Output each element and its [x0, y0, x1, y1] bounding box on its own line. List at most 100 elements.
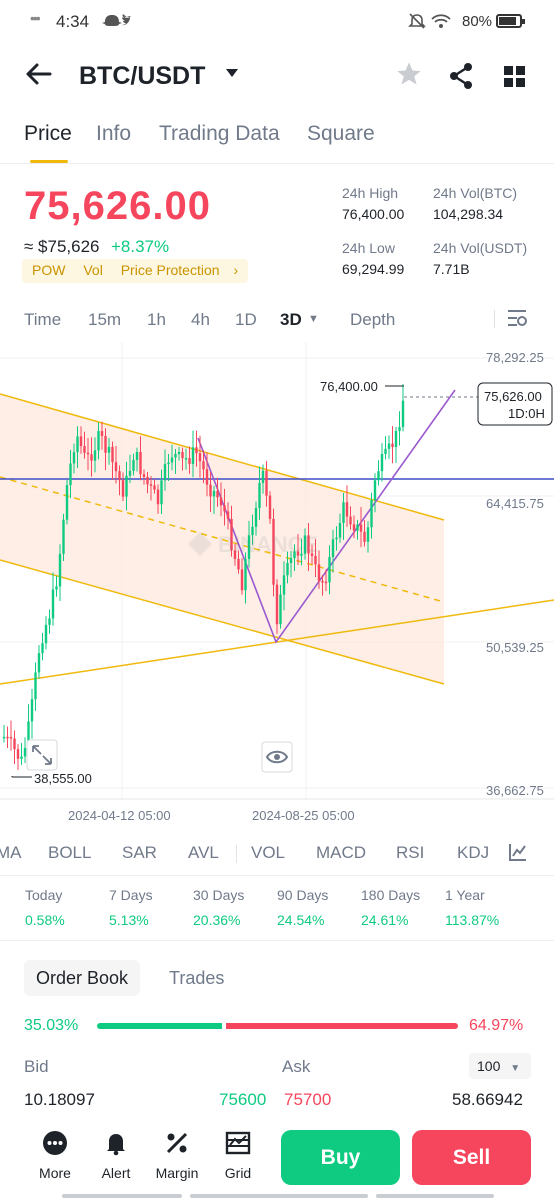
indicator-rsi[interactable]: RSI — [396, 843, 424, 863]
tf-4h[interactable]: 4h — [191, 310, 210, 330]
more-icon[interactable] — [25, 1130, 85, 1161]
indicator-vol[interactable]: VOL — [251, 843, 285, 863]
y-label-2: 64,415.75 — [486, 496, 544, 511]
ask-qty[interactable]: 58.66942 — [452, 1090, 523, 1110]
alert-label[interactable]: Alert — [86, 1165, 146, 1181]
tab-trading-data[interactable]: Trading Data — [159, 122, 280, 146]
depth-select[interactable]: 100 ▼ — [469, 1053, 531, 1079]
candle-body — [352, 524, 356, 531]
grid-label[interactable]: Grid — [208, 1165, 268, 1181]
indicator-avl[interactable]: AVL — [188, 843, 219, 863]
tab-square[interactable]: Square — [307, 122, 375, 146]
bid-price[interactable]: 75600 — [219, 1090, 266, 1110]
candle-body — [314, 555, 317, 565]
tab-trades[interactable]: Trades — [169, 968, 224, 989]
tf-1h[interactable]: 1h — [147, 310, 166, 330]
candle-body — [48, 618, 51, 625]
candle-body — [212, 490, 216, 497]
candle-body — [384, 448, 387, 455]
indicator-kdj[interactable]: KDJ — [457, 843, 489, 863]
tab-price[interactable]: Price — [24, 122, 72, 146]
candle-body — [163, 463, 167, 481]
favorite-star-icon[interactable] — [395, 60, 423, 95]
svg-text:BINANCE: BINANCE — [218, 532, 318, 557]
chart-canvas[interactable]: 76,400.00 38,555.00 75,626.00 1D:0H BINA… — [0, 342, 554, 802]
tag-pow[interactable]: POW — [32, 262, 65, 278]
candle-body — [226, 511, 230, 519]
battery-icon — [496, 14, 525, 28]
indicator-macd[interactable]: MACD — [316, 843, 366, 863]
tf-depth[interactable]: Depth — [350, 310, 395, 330]
candle-body — [328, 557, 331, 583]
bid-qty[interactable]: 10.18097 — [24, 1090, 95, 1110]
margin-label[interactable]: Margin — [147, 1165, 207, 1181]
chart-settings-icon[interactable] — [506, 308, 528, 333]
high-marker-label: 76,400.00 — [320, 379, 378, 394]
indicator-settings-icon[interactable] — [508, 842, 528, 867]
high-value: 76,400.00 — [342, 206, 405, 222]
candle-body — [41, 643, 44, 654]
candle-body — [121, 480, 125, 497]
candle-body — [261, 470, 265, 484]
candle-body — [188, 458, 191, 464]
candle-body — [2, 736, 6, 739]
candle-body — [282, 575, 286, 595]
vol-btc-label: 24h Vol(BTC) — [433, 185, 518, 201]
candle-body — [55, 586, 58, 590]
pair-title[interactable]: BTC/USDT — [79, 62, 205, 91]
candle-body — [107, 446, 111, 453]
indicator-sar[interactable]: SAR — [122, 843, 157, 863]
tag-vol[interactable]: Vol — [83, 262, 102, 278]
y-label-3: 50,539.25 — [486, 640, 544, 655]
more-label[interactable]: More — [25, 1165, 85, 1181]
chevron-right-icon[interactable]: › — [234, 262, 239, 278]
candle-body — [76, 436, 79, 453]
bid-ratio-bar — [97, 1023, 222, 1029]
pair-dropdown-icon[interactable] — [224, 66, 240, 84]
candle-body — [142, 474, 146, 477]
candle-body — [254, 507, 258, 527]
buy-button[interactable]: Buy — [281, 1130, 400, 1185]
candle-body — [244, 559, 247, 591]
tab-info[interactable]: Info — [96, 122, 131, 146]
candle-body — [240, 569, 244, 591]
bid-ratio: 35.03% — [24, 1017, 79, 1034]
perf-label-90d: 90 Days — [277, 887, 329, 903]
indicator-boll[interactable]: BOLL — [48, 843, 91, 863]
candle-body — [100, 431, 104, 437]
tf-15m[interactable]: 15m — [88, 310, 121, 330]
main-tabs: Price Info Trading Data Square — [0, 118, 554, 164]
candle-body — [387, 443, 391, 449]
tag-price-protection[interactable]: Price Protection — [121, 262, 220, 278]
candle-body — [111, 446, 114, 463]
candlestick-chart[interactable]: 76,400.00 38,555.00 75,626.00 1D:0H BINA… — [0, 342, 554, 802]
candle-body — [79, 436, 83, 447]
grid-icon[interactable] — [208, 1130, 268, 1161]
tf-3d[interactable]: 3D — [280, 310, 302, 330]
layout-grid-icon[interactable] — [504, 66, 526, 93]
y-label-1: 78,292.25 — [486, 350, 544, 365]
candle-body — [6, 736, 9, 739]
perf-value-today: 0.58% — [25, 912, 65, 928]
share-icon[interactable] — [448, 62, 474, 95]
back-arrow-icon[interactable] — [24, 60, 52, 94]
ask-price[interactable]: 75700 — [284, 1090, 331, 1110]
countdown-label: 1D:0H — [508, 406, 545, 421]
expand-chart-button[interactable] — [26, 739, 58, 771]
candle-body — [23, 748, 27, 757]
indicator-ma[interactable]: MA — [0, 843, 22, 863]
candle-body — [177, 451, 181, 455]
high-label: 24h High — [342, 185, 399, 201]
tf-time[interactable]: Time — [24, 310, 61, 330]
candle-body — [118, 471, 121, 481]
alert-bell-icon[interactable] — [86, 1130, 146, 1161]
candle-body — [160, 480, 163, 505]
candle-body — [216, 490, 219, 498]
margin-icon[interactable] — [147, 1130, 207, 1161]
tf-dropdown-icon[interactable]: ▼ — [308, 313, 319, 325]
candle-body — [135, 451, 139, 460]
candle-body — [331, 539, 335, 558]
tf-1d[interactable]: 1D — [235, 310, 257, 330]
tab-order-book[interactable]: Order Book — [24, 960, 141, 996]
sell-button[interactable]: Sell — [412, 1130, 531, 1185]
